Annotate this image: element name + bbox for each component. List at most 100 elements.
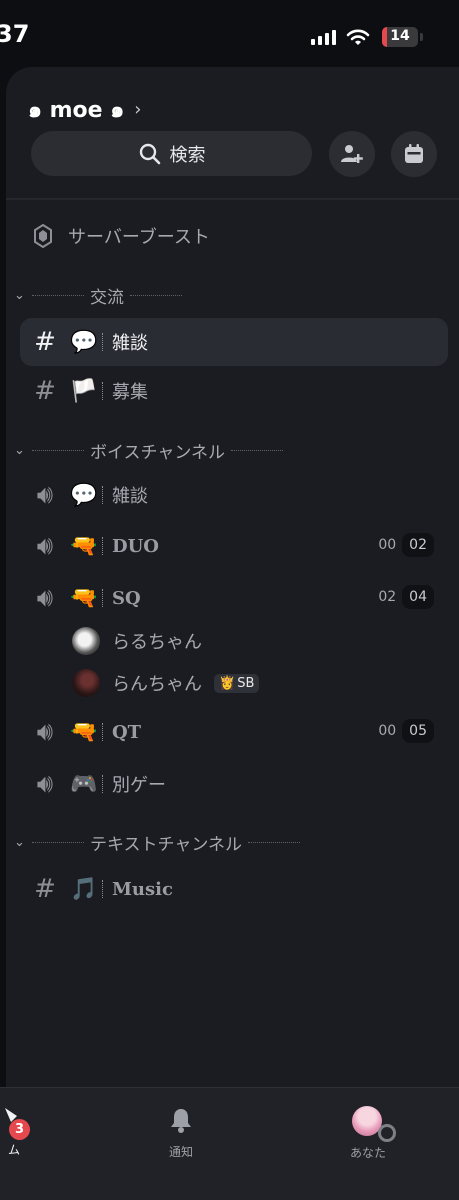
voice-channel-other-game[interactable]: 🔊︎ 🎮 別ゲー (20, 760, 448, 808)
chevron-down-icon: ⌄ (14, 287, 25, 303)
category-divider-left (32, 294, 84, 296)
user-count-limit: 02 (402, 533, 434, 557)
battery-cap (420, 33, 423, 41)
chevron-down-icon: ⌄ (14, 834, 25, 850)
princess-icon: 👸 (219, 675, 236, 691)
voice-channel-qt[interactable]: 🔊︎ 🔫 QT 00 05 (20, 708, 448, 756)
category-text[interactable]: ⌄ テキストチャンネル (14, 830, 300, 855)
boost-label: サーバーブースト (68, 227, 210, 248)
category-divider-right (230, 449, 283, 451)
user-name: らんちゃん (112, 674, 202, 695)
channel-separator (102, 723, 104, 741)
channel-separator (102, 333, 104, 351)
profile-avatar (352, 1106, 396, 1142)
category-name: ボイスチャンネル (90, 442, 225, 463)
category-voice[interactable]: ⌄ ボイスチャンネル (14, 438, 283, 463)
speaker-icon: 🔊︎ (36, 480, 54, 510)
bell-icon (171, 1109, 191, 1133)
category-divider-left (32, 449, 84, 451)
channel-separator (102, 537, 104, 555)
avatar (72, 669, 100, 697)
avatar (72, 627, 100, 655)
speaker-icon: 🔊︎ (36, 583, 54, 613)
notification-badge: 3 (9, 1119, 30, 1140)
status-dot-icon (378, 1124, 396, 1142)
category-divider-left (32, 841, 84, 843)
header-divider (6, 198, 459, 200)
voice-user[interactable]: らるちゃん (72, 626, 202, 656)
tab-you[interactable]: あなた (340, 1106, 396, 1161)
cellular-signal-icon (311, 30, 336, 45)
water-pistol-icon: 🔫 (70, 719, 98, 745)
events-button[interactable] (391, 131, 437, 177)
server-name-button[interactable]: ๑ moe ๑ › (28, 92, 141, 127)
user-count-limit: 05 (402, 719, 434, 743)
add-member-icon (341, 145, 363, 163)
hashtag-icon: # (34, 327, 56, 357)
server-boost-item[interactable]: サーバーブースト (20, 212, 448, 260)
user-name: らるちゃん (112, 632, 202, 653)
status-bar: 37 14 (0, 0, 459, 72)
channel-name: Music (112, 878, 173, 900)
channel-name: 別ゲー (112, 775, 166, 796)
speech-bubble-icon: 💬 (70, 482, 98, 508)
channel-name: DUO (112, 535, 159, 557)
channel-recruit[interactable]: # 🏳️ 募集 (20, 367, 448, 415)
channel-name: 募集 (112, 382, 148, 403)
music-note-icon: 🎵 (70, 876, 98, 902)
user-count: 00 02 (372, 533, 434, 557)
voice-channel-duo[interactable]: 🔊︎ 🔫 DUO 00 02 (20, 522, 448, 570)
channel-separator (102, 589, 104, 607)
user-count: 00 05 (372, 719, 434, 743)
hashtag-icon: # (34, 376, 56, 406)
water-pistol-icon: 🔫 (70, 585, 98, 611)
chevron-down-icon: ⌄ (14, 442, 25, 458)
user-count-current: 00 (378, 723, 397, 739)
voice-channel-chat[interactable]: 🔊︎ 💬 雑談 (20, 471, 448, 519)
status-time: 37 (0, 20, 30, 48)
tab-label: あなた (349, 1146, 386, 1160)
search-icon (139, 143, 160, 164)
category-name: テキストチャンネル (90, 834, 242, 855)
speaker-icon: 🔊︎ (36, 769, 54, 799)
voice-user[interactable]: らんちゃん 👸 SB (72, 668, 260, 698)
channel-name: 雑談 (112, 333, 148, 354)
user-count-current: 00 (378, 537, 397, 553)
search-button[interactable]: 検索 (31, 131, 312, 176)
channel-separator (102, 880, 104, 898)
channel-chat-text[interactable]: # 💬 雑談 (20, 318, 448, 366)
wifi-icon (346, 29, 370, 45)
category-divider-right (247, 841, 300, 843)
battery-percent: 14 (390, 28, 410, 44)
tab-label: 通知 (168, 1145, 193, 1159)
channel-name: QT (112, 721, 142, 743)
channel-music[interactable]: # 🎵 Music (20, 865, 448, 913)
channel-separator (102, 382, 104, 400)
chevron-right-icon: › (134, 99, 142, 120)
water-pistol-icon: 🔫 (70, 533, 98, 559)
speaker-icon: 🔊︎ (36, 531, 54, 561)
boost-gem-icon (34, 224, 52, 248)
server-name: ๑ moe ๑ (28, 98, 125, 123)
game-controller-icon: 🎮 (70, 771, 98, 797)
badge-label: SB (237, 675, 255, 691)
channel-separator (102, 775, 104, 793)
channel-name: 雑談 (112, 486, 148, 507)
voice-channel-sq[interactable]: 🔊︎ 🔫 SQ 02 04 (20, 574, 448, 622)
speaker-icon: 🔊︎ (36, 717, 54, 747)
user-count: 02 04 (372, 585, 434, 609)
user-count-current: 02 (378, 589, 397, 605)
tab-notifications[interactable]: 通知 (157, 1106, 205, 1160)
tab-label: ム (7, 1143, 20, 1157)
bottom-tab-bar: ム 通知 あなた (0, 1087, 459, 1200)
calendar-icon (405, 144, 423, 163)
category-divider-right (130, 294, 182, 296)
speech-bubble-icon: 💬 (70, 329, 98, 355)
role-badge: 👸 SB (214, 673, 260, 693)
invite-member-button[interactable] (329, 131, 375, 177)
channel-separator (102, 486, 104, 504)
white-flag-icon: 🏳️ (70, 378, 98, 404)
category-social[interactable]: ⌄ 交流 (14, 283, 182, 308)
channel-name: SQ (112, 587, 141, 609)
search-label: 検索 (169, 144, 206, 166)
